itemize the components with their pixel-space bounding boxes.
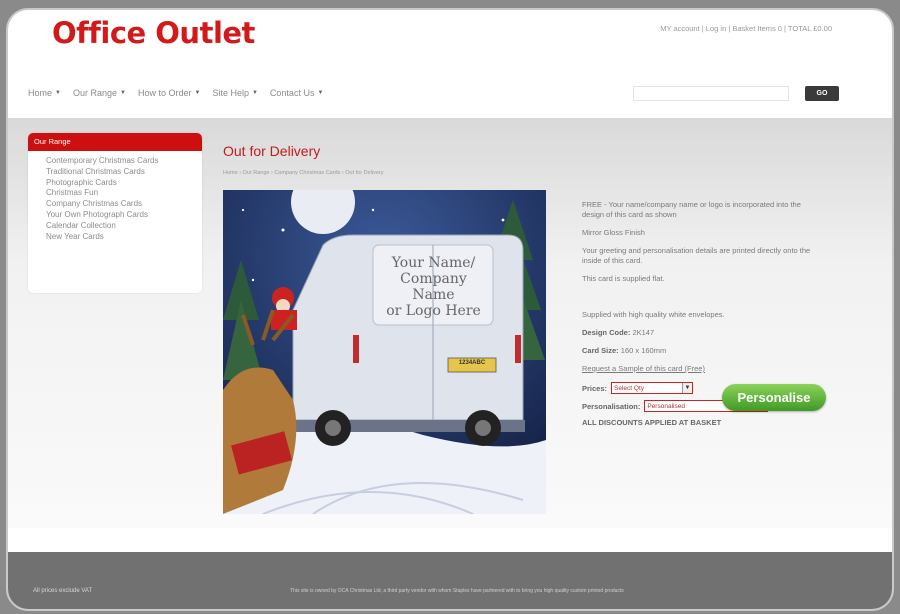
footer-disclaimer: This site is owned by OCA Christmas Ltd,…: [290, 588, 624, 594]
desc-flat: This card is supplied flat.: [582, 274, 665, 283]
card-text-line3: or Logo Here: [386, 303, 481, 319]
card-text-line1: Your Name/: [391, 255, 476, 271]
design-code-value: 2K147: [632, 328, 655, 337]
desc-greeting: Your greeting and personalisation detail…: [582, 246, 811, 265]
discounts-note: ALL DISCOUNTS APPLIED AT BASKET: [582, 418, 722, 427]
sidebar-item-company[interactable]: Company Christmas Cards: [46, 199, 202, 210]
design-code: Design Code: 2K147: [582, 328, 814, 338]
sidebar-item-traditional[interactable]: Traditional Christmas Cards: [46, 167, 202, 178]
footer-vat-note: All prices exclude VAT: [33, 588, 93, 594]
personalise-button[interactable]: Personalise: [722, 384, 826, 411]
nav-item-label: How to Order: [137, 88, 192, 98]
go-button[interactable]: GO: [805, 86, 839, 101]
sidebar-item-christmas-fun[interactable]: Christmas Fun: [46, 188, 202, 199]
desc-finish: Mirror Gloss Finish: [582, 228, 645, 237]
design-code-label: Design Code:: [582, 328, 631, 337]
caret-down-icon: ▼: [251, 90, 258, 96]
prices-select[interactable]: Select Qty ▼: [611, 382, 694, 394]
nav-item-label: Our Range: [72, 88, 117, 98]
account-bar[interactable]: MY account | Log in | Basket Items 0 | T…: [660, 24, 832, 33]
prices-value: Select Qty: [614, 384, 645, 392]
content-area: Our Range Contemporary Christmas Cards T…: [8, 118, 892, 528]
nav-item-how-to-order[interactable]: How to Order ▼: [138, 88, 200, 98]
sidebar-item-own-photograph[interactable]: Your Own Photograph Cards: [46, 210, 202, 221]
sidebar-item-calendar[interactable]: Calendar Collection: [46, 221, 202, 232]
sidebar-item-contemporary[interactable]: Contemporary Christmas Cards: [46, 156, 202, 167]
page-frame: Office Outlet MY account | Log in | Bask…: [6, 8, 894, 611]
sidebar-title: Our Range: [28, 133, 202, 151]
desc-envelopes: Supplied with high quality white envelop…: [582, 310, 725, 319]
caret-down-icon: ▼: [317, 90, 324, 96]
main-nav: Home ▼ Our Range ▼ How to Order ▼ Site Help…: [28, 88, 323, 98]
page-title: Out for Delivery: [223, 143, 321, 159]
caret-down-icon: ▼: [55, 90, 61, 96]
site-logo[interactable]: Office Outlet: [52, 16, 255, 50]
personalisation-value: Personalised: [647, 402, 685, 410]
caret-down-icon: ▼: [194, 90, 201, 96]
footer: All prices exclude VAT This site is owne…: [8, 552, 892, 609]
nav-item-label: Home: [28, 88, 53, 98]
product-image: Your Name/ Company Name or Logo Here 123…: [223, 190, 546, 514]
card-size-value: 160 x 160mm: [620, 346, 667, 355]
nav-item-home[interactable]: Home ▼: [28, 88, 61, 98]
nav-item-site-help[interactable]: Site Help ▼: [212, 88, 257, 98]
personalisation-label: Personalisation:: [582, 401, 641, 411]
desc-free: FREE - Your name/company name or logo is…: [582, 200, 801, 219]
breadcrumb[interactable]: Home › Our Range › Company Christmas Car…: [223, 170, 383, 176]
sidebar-item-new-year[interactable]: New Year Cards: [46, 232, 202, 243]
card-placeholder-text: Your Name/ Company Name or Logo Here: [381, 255, 486, 319]
caret-down-icon: ▼: [120, 90, 126, 96]
nav-item-our-range[interactable]: Our Range ▼: [73, 88, 126, 98]
dropdown-arrow-icon: ▼: [682, 383, 693, 393]
nav-item-label: Contact Us: [269, 88, 315, 98]
nav-item-label: Site Help: [212, 88, 249, 98]
card-illustration: [223, 190, 546, 514]
search-input[interactable]: [633, 86, 789, 101]
card-size: Card Size: 160 x 160mm: [582, 346, 814, 356]
nav-item-contact-us[interactable]: Contact Us ▼: [270, 88, 323, 98]
sidebar: Our Range Contemporary Christmas Cards T…: [28, 133, 202, 293]
plate-text: 1234ABC: [458, 360, 486, 366]
prices-label: Prices:: [582, 383, 608, 393]
request-sample-link[interactable]: Request a Sample of this card (Free): [582, 364, 814, 374]
sidebar-list: Contemporary Christmas Cards Traditional…: [28, 151, 202, 242]
sidebar-item-photographic[interactable]: Photographic Cards: [46, 178, 202, 189]
card-size-label: Card Size:: [582, 346, 619, 355]
card-text-line2: Company Name: [400, 271, 467, 303]
